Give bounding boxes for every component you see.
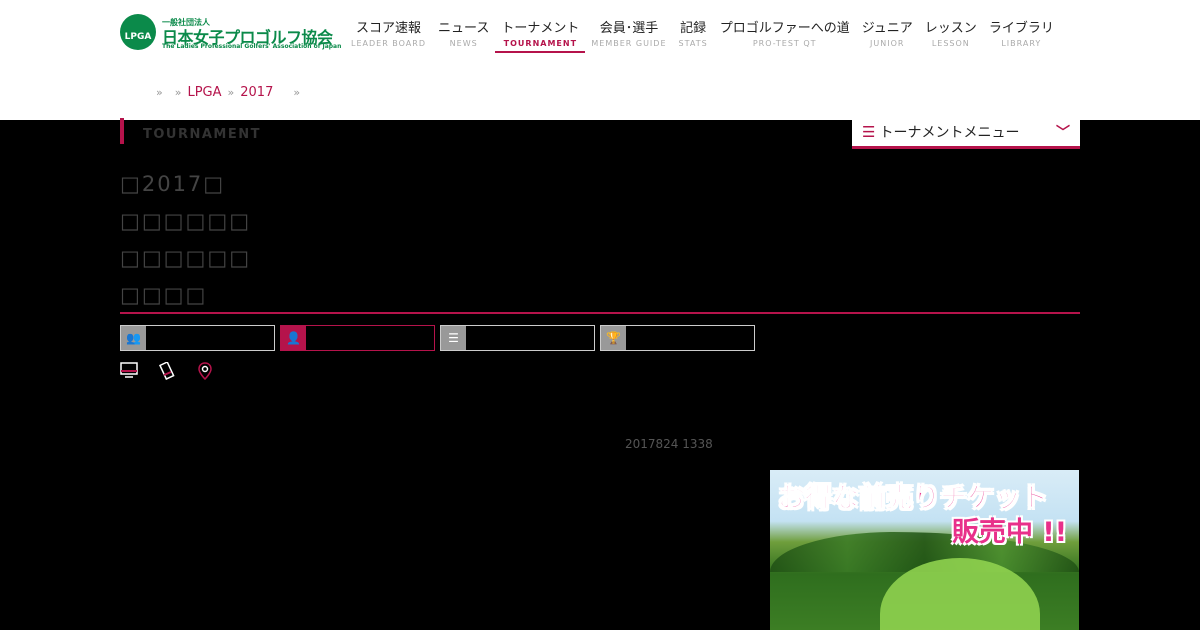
nav-library[interactable]: ライブラリ LIBRARY [983, 20, 1060, 53]
monitor-icon[interactable] [120, 362, 138, 380]
breadcrumb-sep-icon: » [174, 86, 182, 99]
nav-tournament[interactable]: トーナメント TOURNAMENT [495, 20, 586, 53]
nav-label-jp: ジュニア [861, 21, 913, 36]
nav-label-jp: プロゴルファーへの道 [719, 21, 850, 36]
nav-label-en: LESSON [931, 39, 970, 48]
share-icons [120, 361, 234, 381]
nav-label-jp: トーナメント [501, 21, 580, 36]
user-icon: 👤 [281, 326, 306, 350]
nav-label-en: LEADER BOARD [351, 39, 426, 48]
breadcrumb-2017[interactable]: 2017 [240, 85, 273, 100]
section-label: TOURNAMENT [120, 118, 261, 144]
tab-label [466, 326, 594, 350]
tab-label [306, 326, 434, 350]
breadcrumb-sep-icon: » [293, 86, 301, 99]
site-header: LPGA 一般社団法人 日本女子プロゴルフ協会 The Ladies Profe… [0, 0, 1200, 120]
ticket-banner[interactable]: お得な前売りチケット 販売中 !! [770, 470, 1079, 630]
nav-label-en: TOURNAMENT [503, 39, 578, 48]
map-pin-icon[interactable] [196, 362, 214, 381]
tab-player[interactable]: 👤 [280, 325, 435, 351]
tournament-menu-dropdown[interactable]: ☰ トーナメントメニュー ﹀ [852, 118, 1080, 149]
nav-leader-board[interactable]: スコア速報 LEADER BOARD [345, 20, 432, 53]
nav-label-en: PRO-TEST QT [752, 39, 817, 48]
tab-list[interactable]: ☰ [440, 325, 595, 351]
title-line: □□□□□□ [120, 246, 252, 270]
mobile-icon[interactable] [158, 361, 176, 381]
list-icon: ☰ [441, 326, 466, 350]
breadcrumb-sep-icon: » [227, 86, 235, 99]
nav-label-jp: ニュース [438, 21, 490, 36]
title-line: □□□□□□ [120, 209, 252, 233]
nav-member-guide[interactable]: 会員･選手 MEMBER GUIDE [585, 20, 672, 53]
section-divider [120, 312, 1080, 314]
breadcrumb-lpga[interactable]: LPGA [187, 85, 221, 100]
chevron-down-icon: ﹀ [1056, 125, 1070, 141]
banner-subheadline: 販売中 !! [952, 517, 1068, 548]
tab-label [146, 326, 274, 350]
title-line: □2017□ [120, 172, 226, 196]
tab-label [626, 326, 754, 350]
nav-lesson[interactable]: レッスン LESSON [919, 20, 983, 53]
page-title: □2017□ □□□□□□ □□□□□□ □□□□ [120, 166, 251, 314]
lpga-logo[interactable]: LPGA 一般社団法人 日本女子プロゴルフ協会 The Ladies Profe… [120, 14, 341, 54]
nav-label-jp: 会員･選手 [599, 21, 659, 36]
updated-timestamp: 2017824 1338 [625, 437, 713, 451]
nav-stats[interactable]: 記録 STATS [673, 20, 714, 53]
nav-junior[interactable]: ジュニア JUNIOR [856, 20, 919, 53]
trophy-icon: 🏆 [601, 326, 626, 350]
nav-label-en: STATS [678, 39, 708, 48]
nav-label-en: MEMBER GUIDE [591, 39, 667, 48]
breadcrumb-sep-icon: » [156, 86, 163, 99]
nav-label-jp: 記録 [680, 21, 707, 36]
lpga-logo-mark: LPGA [120, 14, 156, 50]
list-icon: ☰ [862, 123, 876, 141]
nav-label-en: LIBRARY [1001, 39, 1042, 48]
nav-label-jp: ライブラリ [988, 21, 1054, 36]
breadcrumb: » » LPGA » 2017 » [150, 85, 306, 100]
nav-label-en: NEWS [449, 39, 478, 48]
nav-label-jp: レッスン [924, 21, 977, 36]
nav-pro-test[interactable]: プロゴルファーへの道 PRO-TEST QT [714, 20, 856, 53]
main-nav: スコア速報 LEADER BOARD ニュース NEWS トーナメント TOUR… [345, 20, 1060, 53]
tab-players[interactable]: 👥 [120, 325, 275, 351]
tournament-tabs: 👥 👤 ☰ 🏆 [120, 325, 760, 351]
group-icon: 👥 [121, 326, 146, 350]
title-line: □□□□ [120, 283, 208, 307]
logo-en-text: The Ladies Professional Golfers' Associa… [162, 43, 342, 50]
tournament-menu-label: トーナメントメニュー [879, 125, 1020, 141]
nav-label-jp: スコア速報 [355, 21, 421, 36]
nav-news[interactable]: ニュース NEWS [432, 20, 495, 53]
tab-results[interactable]: 🏆 [600, 325, 755, 351]
nav-label-en: JUNIOR [870, 39, 905, 48]
